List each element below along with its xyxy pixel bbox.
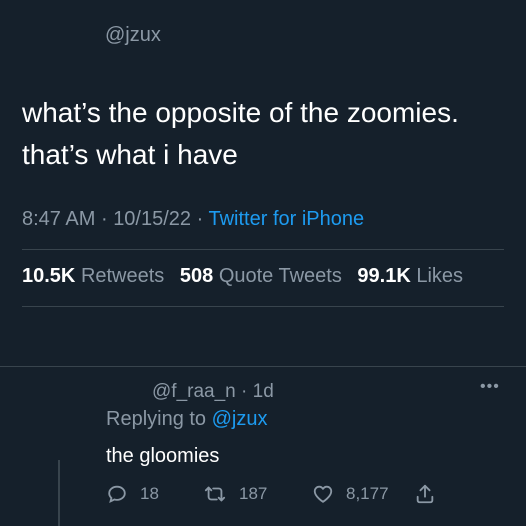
reply-author-handle[interactable]: @f_raa_n — [152, 381, 236, 402]
meta-separator: · — [196, 208, 204, 230]
tweet-metadata: 8:47 AM · 10/15/22 · Twitter for iPhone — [22, 208, 364, 231]
reply-header: @f_raa_n · 1d — [152, 381, 274, 403]
tweet-text-line-1: what’s the opposite of the zoomies. — [22, 97, 459, 128]
replying-to-label: Replying to — [106, 408, 207, 430]
likes-label: Likes — [416, 265, 464, 287]
reply-count: 18 — [140, 484, 159, 503]
reply-icon — [108, 485, 126, 504]
likes-count: 99.1K — [357, 265, 411, 287]
share-icon — [416, 484, 434, 504]
tweet-text-line-2: that’s what i have — [22, 139, 238, 170]
likes-stat[interactable]: 99.1K Likes — [357, 265, 463, 287]
share-action[interactable] — [414, 483, 436, 505]
tweet-text: what’s the opposite of the zoomies. that… — [22, 92, 512, 176]
quote-tweets-count: 508 — [179, 265, 214, 287]
replying-to-mention[interactable]: @jzux — [212, 408, 268, 430]
like-action[interactable]: 8,177 — [312, 483, 389, 505]
quote-tweets-label: Quote Tweets — [218, 265, 342, 287]
thread-line — [58, 460, 60, 526]
retweet-count: 187 — [239, 484, 268, 503]
quote-tweets-stat[interactable]: 508 Quote Tweets — [180, 265, 342, 287]
divider — [22, 249, 504, 250]
replying-to: Replying to @jzux — [106, 408, 268, 431]
like-count: 8,177 — [346, 484, 389, 503]
retweet-action[interactable]: 187 — [203, 483, 267, 505]
retweet-icon — [204, 486, 226, 502]
meta-separator: · — [100, 208, 108, 230]
divider — [22, 306, 504, 307]
tweet-author-handle[interactable]: @jzux — [105, 24, 161, 47]
reply-age[interactable]: 1d — [253, 381, 274, 402]
retweets-count: 10.5K — [22, 265, 76, 287]
retweets-label: Retweets — [80, 265, 165, 287]
reply-text: the gloomies — [106, 445, 220, 467]
tweet-source-link[interactable]: Twitter for iPhone — [208, 208, 364, 230]
tweet-stats: 10.5K Retweets 508 Quote Tweets 99.1K Li… — [22, 265, 473, 288]
reply-action[interactable]: 18 — [106, 483, 159, 505]
heart-icon — [313, 485, 333, 503]
divider — [0, 366, 526, 367]
tweet-date[interactable]: 10/15/22 — [113, 208, 191, 230]
tweet-time[interactable]: 8:47 AM — [22, 208, 95, 230]
more-options-icon[interactable]: ••• — [480, 378, 500, 396]
tweet-detail-view: @jzux what’s the opposite of the zoomies… — [0, 0, 526, 526]
retweets-stat[interactable]: 10.5K Retweets — [22, 265, 164, 287]
reply-separator: · — [241, 381, 248, 402]
